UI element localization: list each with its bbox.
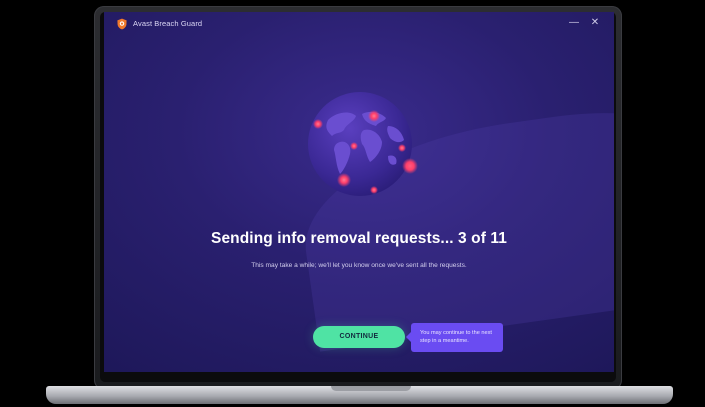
app-title: Avast Breach Guard xyxy=(133,19,203,28)
avast-shield-icon xyxy=(117,18,127,30)
status-headline: Sending info removal requests... 3 of 11 xyxy=(211,230,507,247)
tooltip-text: You may continue to the next step in a m… xyxy=(420,330,492,344)
continue-button[interactable]: CONTINUE xyxy=(313,326,405,348)
laptop-base-notch xyxy=(331,386,411,391)
continue-tooltip: You may continue to the next step in a m… xyxy=(406,323,503,352)
alert-dot-icon xyxy=(402,158,418,174)
laptop-base xyxy=(46,386,673,404)
status-subtext: This may take a while; we'll let you kno… xyxy=(251,262,467,269)
app-window: Avast Breach Guard — ✕ Sending info remo… xyxy=(104,12,614,372)
title-bar: Avast Breach Guard — ✕ xyxy=(104,12,614,36)
close-button[interactable]: ✕ xyxy=(590,18,600,28)
globe-illustration xyxy=(308,92,412,196)
minimize-button[interactable]: — xyxy=(569,18,579,28)
tooltip-arrow xyxy=(406,332,411,342)
